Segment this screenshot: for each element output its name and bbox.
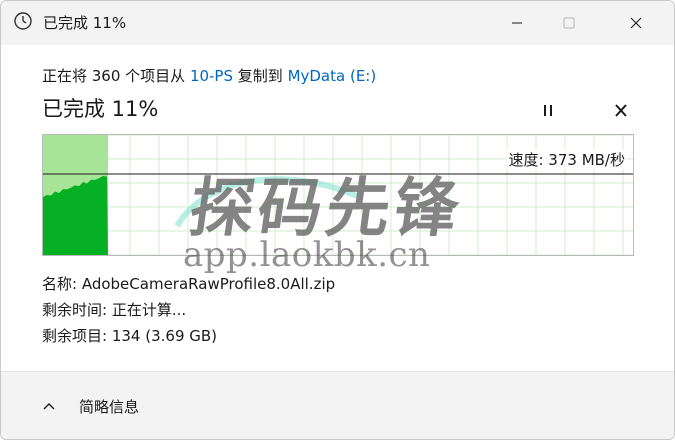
destination-drive-link[interactable]: MyData (E:) <box>288 67 377 85</box>
copy-summary: 正在将 360 个项目从 10-PS 复制到 MyData (E:) <box>42 65 376 86</box>
watermark-url: app.laokbk.cn <box>183 235 431 275</box>
summary-middle: 复制到 <box>233 67 288 85</box>
cancel-copy-button[interactable] <box>609 100 633 122</box>
chevron-up-icon <box>43 403 55 410</box>
progress-heading: 已完成 11% <box>42 97 159 121</box>
time-label: 剩余时间: <box>42 301 108 319</box>
close-icon <box>630 17 642 29</box>
pause-icon <box>544 105 552 116</box>
maximize-button <box>546 1 592 45</box>
summary-prefix: 正在将 360 个项目从 <box>42 67 190 85</box>
maximize-icon <box>563 17 575 29</box>
name-value: AdobeCameraRawProfile8.0All.zip <box>81 275 336 293</box>
source-folder-link[interactable]: 10-PS <box>190 67 233 85</box>
time-value: 正在计算... <box>111 301 187 319</box>
minimize-button[interactable] <box>494 1 540 45</box>
copy-details: 名称: AdobeCameraRawProfile8.0All.zip 剩余时间… <box>42 271 335 349</box>
less-details-label: 简略信息 <box>79 398 140 416</box>
clock-icon <box>14 12 32 30</box>
name-label: 名称: <box>42 275 78 293</box>
minimize-icon <box>512 22 522 24</box>
items-value: 134 (3.69 GB) <box>111 327 218 345</box>
items-label: 剩余项目: <box>42 327 108 345</box>
close-window-button[interactable] <box>613 1 659 45</box>
pause-button[interactable] <box>536 100 560 122</box>
window-title: 已完成 11% <box>43 14 127 32</box>
speed-label: 速度: 373 MB/秒 <box>506 149 627 170</box>
close-icon <box>615 104 627 117</box>
detail-items-row: 剩余项目: 134 (3.69 GB) <box>42 323 335 349</box>
detail-time-row: 剩余时间: 正在计算... <box>42 297 335 323</box>
footer-bar: 简略信息 <box>1 371 674 439</box>
title-bar: 已完成 11% <box>1 1 674 45</box>
copy-progress-window: 已完成 11% 正在将 360 个项目从 10-PS 复制到 MyData (E… <box>0 0 675 440</box>
